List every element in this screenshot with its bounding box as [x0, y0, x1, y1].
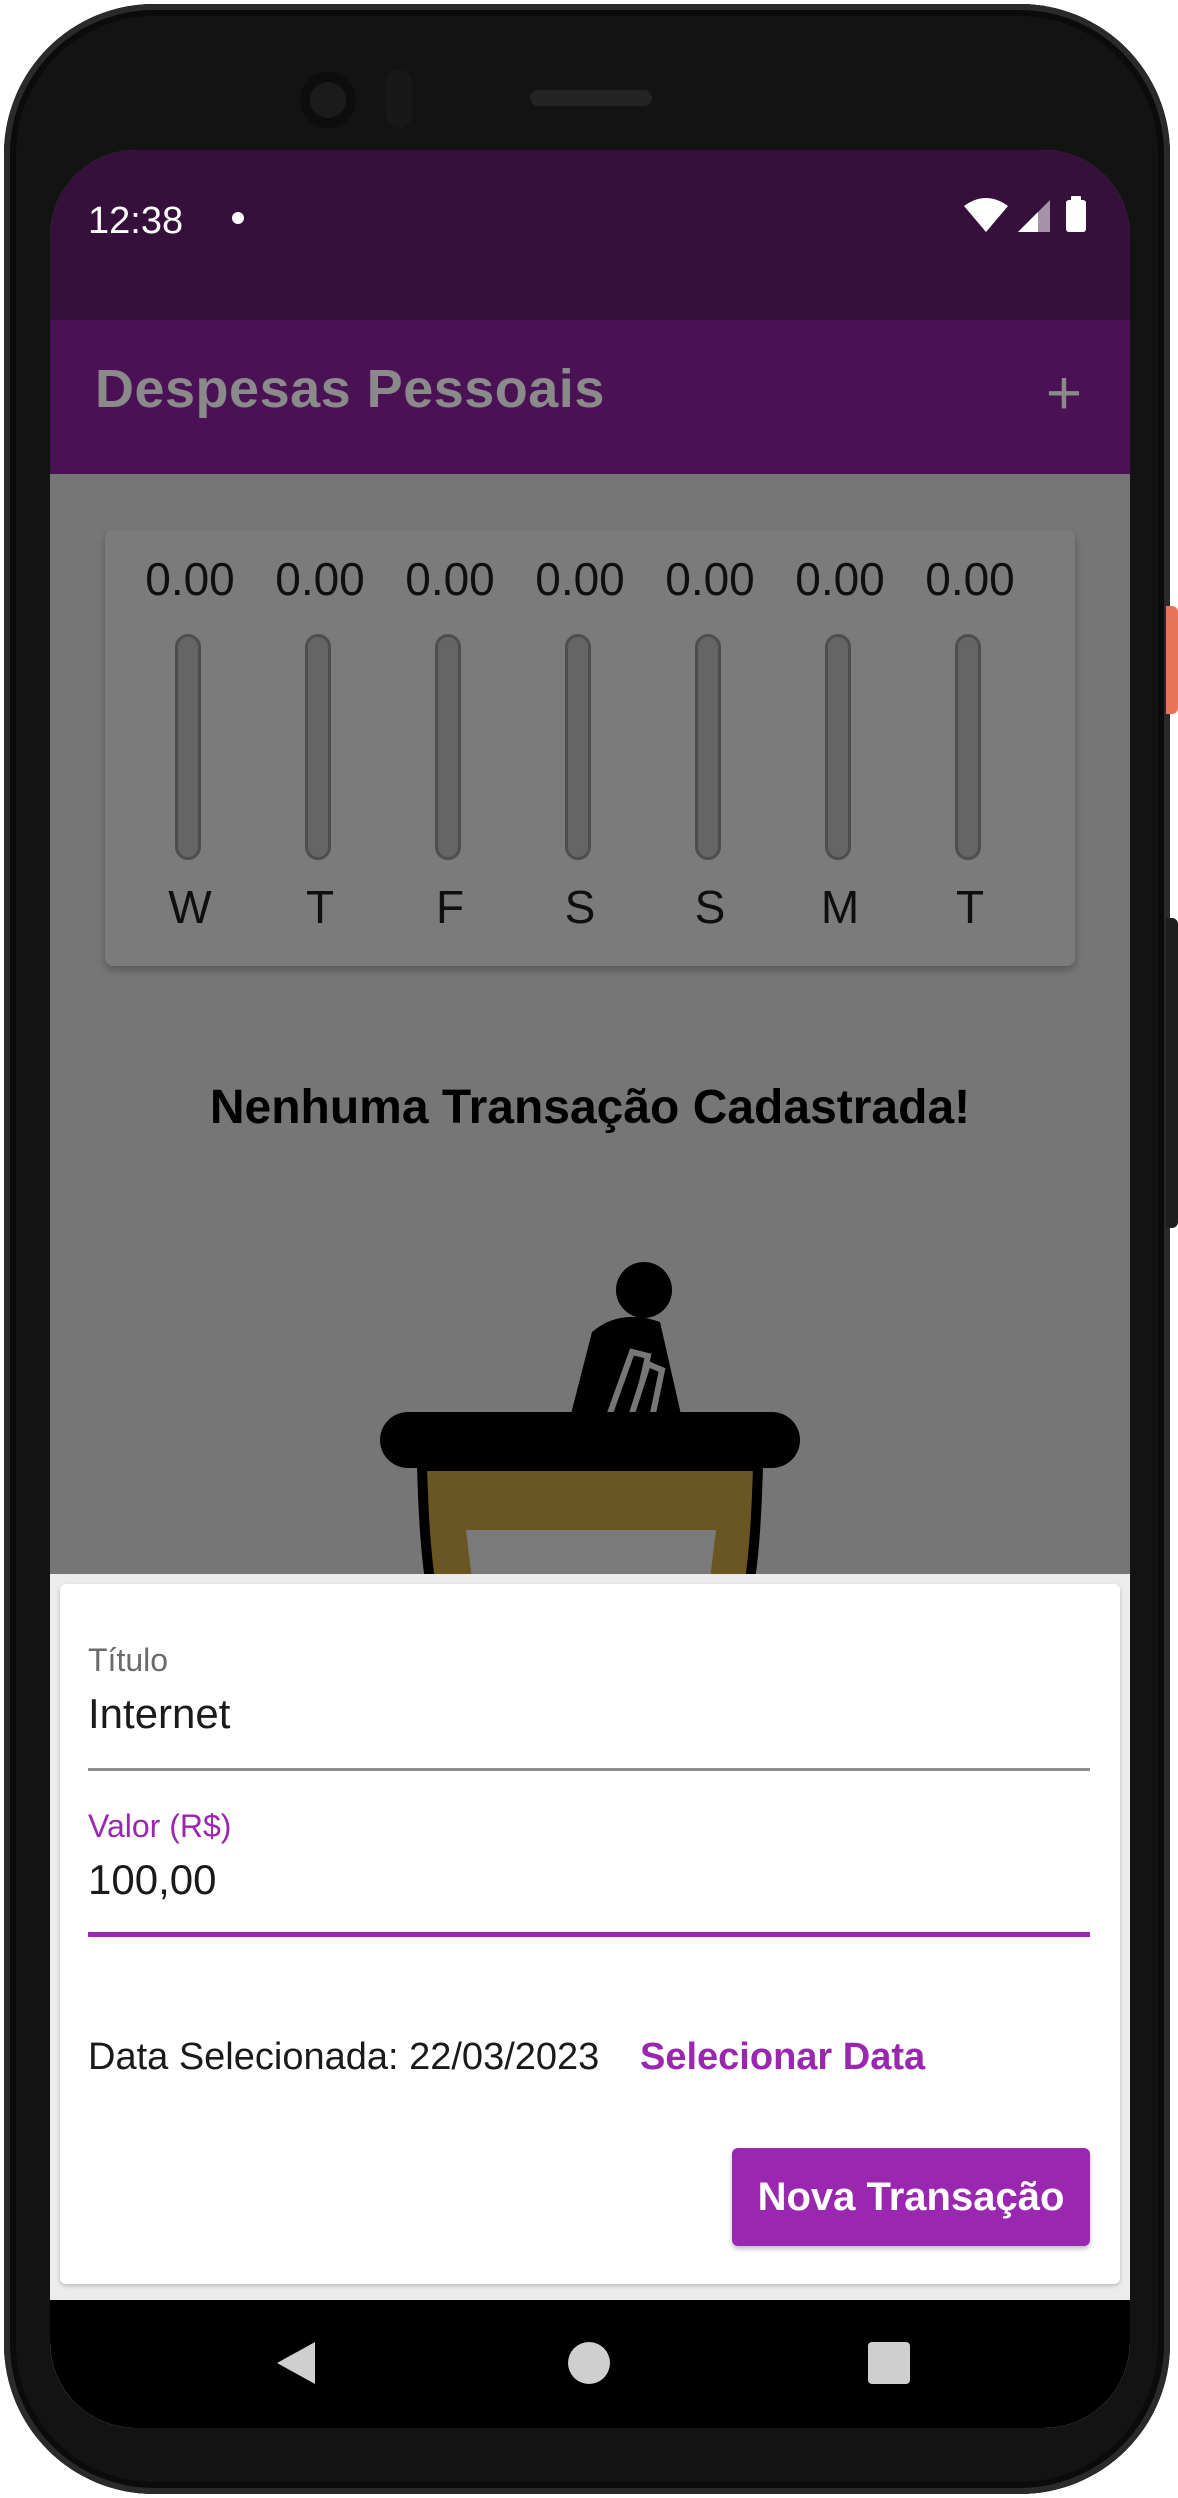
status-time: 12:38 [88, 200, 184, 242]
chart-bar-track [955, 634, 981, 860]
title-underline [88, 1768, 1090, 1771]
new-transaction-button[interactable]: Nova Transação [732, 2148, 1090, 2246]
chart-value-label: 0.00 [925, 553, 1015, 605]
chart-bar-column: 0.00 M [775, 530, 905, 966]
chart-day-label: T [955, 881, 985, 933]
app-bar: Despesas Pessoais + [50, 320, 1130, 474]
status-bar: 12:38 [50, 150, 1130, 320]
value-field-label: Valor (R$) [88, 1808, 232, 1844]
chart-value-label: 0.00 [145, 553, 235, 605]
value-input[interactable]: 100,00 [88, 1856, 216, 1904]
title-field-label: Título [88, 1642, 169, 1678]
recents-square-icon[interactable] [868, 2342, 910, 2384]
chart-bar-track [435, 634, 461, 860]
weekly-chart-card: 0.00 W 0.00 T 0.00 F 0.00 S 0.00 S 0.00 M 0.00 T [105, 530, 1075, 966]
status-icons [962, 196, 1092, 241]
volume-button [1166, 918, 1178, 1228]
system-nav-bar [50, 2300, 1130, 2428]
chart-day-label: W [168, 881, 212, 933]
title-input[interactable]: Internet [88, 1690, 230, 1738]
earpiece-speaker [530, 90, 652, 106]
chart-bar-column: 0.00 S [515, 530, 645, 966]
home-circle-icon[interactable] [568, 2342, 610, 2384]
selected-date-text: Data Selecionada: 22/03/2023 [88, 2036, 600, 2078]
app-title: Despesas Pessoais [95, 359, 605, 419]
plus-icon: + [1045, 359, 1083, 428]
chart-value-label: 0.00 [405, 553, 495, 605]
chart-bar-column: 0.00 S [645, 530, 775, 966]
screen: 12:38 Despesas Pessoais + 0.00 W 0.00 T 0.00… [50, 150, 1130, 2428]
chart-bar-column: 0.00 F [385, 530, 515, 966]
front-camera-icon [300, 72, 356, 128]
chart-value-label: 0.00 [535, 553, 625, 605]
phone-frame: 12:38 Despesas Pessoais + 0.00 W 0.00 T 0.00… [4, 4, 1170, 2494]
chart-day-label: S [564, 881, 596, 933]
wifi-icon [964, 198, 1008, 232]
notification-dot-icon [232, 212, 244, 224]
chart-bar-column: 0.00 T [905, 530, 1035, 966]
chart-bar-track [175, 634, 201, 860]
chart-bar-column: 0.00 T [255, 530, 385, 966]
battery-icon [1066, 200, 1086, 232]
back-triangle-icon[interactable] [275, 2340, 317, 2386]
select-date-button[interactable]: Selecionar Data [640, 2036, 925, 2079]
power-button [1166, 606, 1178, 714]
chart-bar-track [695, 634, 721, 860]
empty-state-message: Nenhuma Transação Cadastrada! [209, 1081, 971, 1134]
transaction-form: Título Internet Valor (R$) 100,00 Data S… [60, 1584, 1120, 2284]
sensor-icon [386, 70, 412, 128]
chart-bar-track [565, 634, 591, 860]
add-transaction-button[interactable]: + [1034, 363, 1094, 426]
chart-day-label: S [694, 881, 726, 933]
chart-day-label: F [435, 881, 465, 933]
chart-bar-track [825, 634, 851, 860]
value-underline [88, 1932, 1090, 1937]
chart-value-label: 0.00 [275, 553, 365, 605]
chart-value-label: 0.00 [665, 553, 755, 605]
chart-value-label: 0.00 [795, 553, 885, 605]
chart-bar-column: 0.00 W [125, 530, 255, 966]
chart-bar-track [305, 634, 331, 860]
chart-day-label: M [820, 881, 860, 933]
chart-day-label: T [305, 881, 335, 933]
